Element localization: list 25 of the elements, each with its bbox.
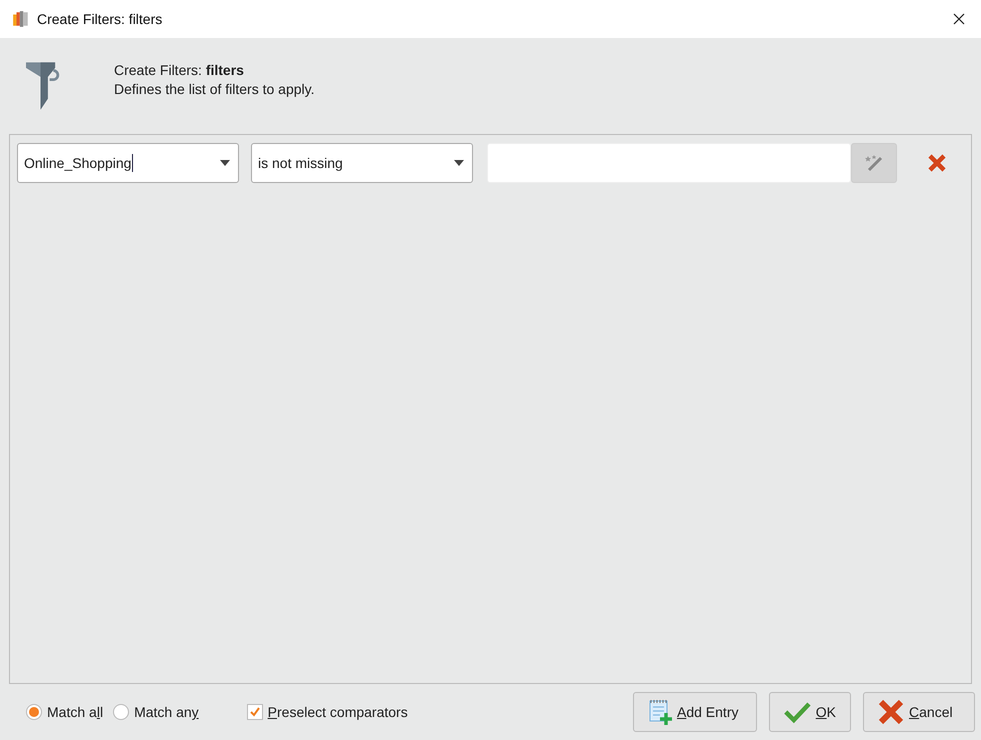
add-button[interactable]: Add Entry [633,692,757,732]
dialog-description: Defines the list of filters to apply. [114,81,314,97]
cancel-button[interactable]: Cancel [863,692,975,732]
radio-label[interactable]: Match any [134,704,199,720]
ok-button[interactable]: OK [769,692,851,732]
magic-wand-icon [864,153,884,173]
comparator-dropdown[interactable]: is not missing [251,143,473,183]
caret-icon [220,160,230,166]
dialog-heading: Create Filters: filters [114,62,245,78]
value-field[interactable] [487,143,851,183]
attribute-dropdown[interactable]: Online_Shopping [17,143,239,183]
radio-button[interactable] [26,704,42,720]
checkbox[interactable] [246,704,263,720]
radio-button[interactable] [113,704,130,720]
wizard-button[interactable] [851,143,897,183]
caret-icon [454,160,464,166]
delete-icon[interactable] [927,153,947,173]
checkbox-label[interactable]: Preselect comparators [268,704,408,720]
radio-label[interactable]: Match all [47,704,104,720]
cross-icon [878,699,904,725]
checkmark-icon [784,700,811,724]
app-logo-icon [12,10,30,28]
window-title: Create Filters: filters [37,11,162,27]
notepad-plus-icon [648,699,672,725]
close-icon[interactable] [953,13,965,25]
